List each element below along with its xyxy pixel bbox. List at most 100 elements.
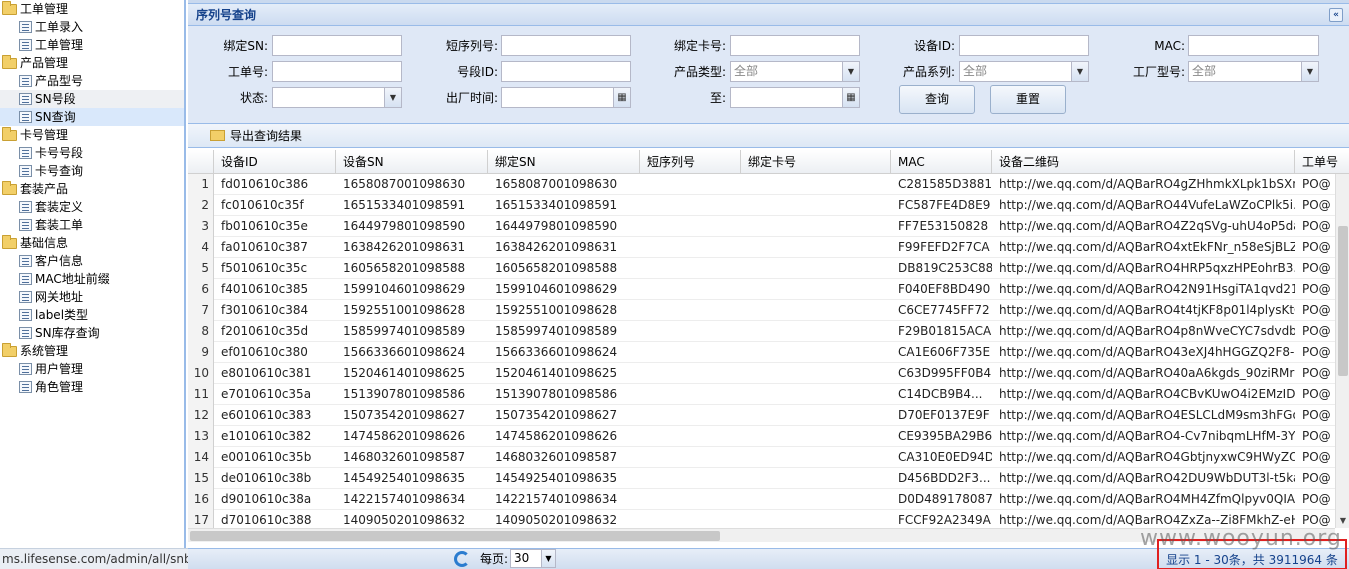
column-header[interactable]: 设备ID xyxy=(214,150,336,174)
table-cell: http://we.qq.com/d/AQBarRO4xtEkFNr_n58eS… xyxy=(999,240,1295,254)
chevron-down-icon[interactable]: ▼ xyxy=(384,88,401,107)
vertical-scroll-thumb[interactable] xyxy=(1338,226,1348,376)
refresh-icon[interactable] xyxy=(454,551,470,567)
column-header[interactable]: 短序列号 xyxy=(640,150,741,174)
table-cell xyxy=(640,216,741,237)
table-cell xyxy=(640,405,741,426)
sidebar-item[interactable]: 套装定义 xyxy=(0,198,184,216)
table-cell xyxy=(741,447,891,468)
column-header[interactable]: 绑定卡号 xyxy=(741,150,891,174)
chevron-down-icon[interactable]: ▼ xyxy=(541,550,555,567)
sidebar-item[interactable]: 卡号号段 xyxy=(0,144,184,162)
list-page-icon xyxy=(19,363,32,375)
factory-time-start-input[interactable]: ▦ xyxy=(501,87,631,108)
table-row[interactable]: 16 d9010610c38a 1422157401098634 1422157401… xyxy=(188,489,1349,510)
table-row[interactable]: 13 e1010610c382 1474586201098626 1474586201… xyxy=(188,426,1349,447)
sidebar-item[interactable]: 卡号查询 xyxy=(0,162,184,180)
sidebar-item-label: 客户信息 xyxy=(35,254,84,268)
sidebar-group[interactable]: 套装产品 xyxy=(0,180,184,198)
list-page-icon xyxy=(19,111,32,123)
product-series-select[interactable]: 全部 ▼ xyxy=(959,61,1089,82)
device-id-input[interactable] xyxy=(959,35,1089,56)
sidebar-item[interactable]: 套装工单 xyxy=(0,216,184,234)
status-select[interactable]: ▼ xyxy=(272,87,402,108)
sidebar-group[interactable]: 系统管理 xyxy=(0,342,184,360)
sidebar-group[interactable]: 卡号管理 xyxy=(0,126,184,144)
row-number: 2 xyxy=(188,195,214,216)
row-number: 12 xyxy=(188,405,214,426)
table-cell: 1422157401098634 xyxy=(495,492,618,506)
sidebar-item[interactable]: MAC地址前缀 xyxy=(0,270,184,288)
horizontal-scroll-thumb[interactable] xyxy=(190,531,720,541)
table-cell: 1638426201098631 xyxy=(495,240,618,254)
table-row[interactable]: 2 fc010610c35f 1651533401098591 16515334010… xyxy=(188,195,1349,216)
vertical-scrollbar[interactable]: ▼ xyxy=(1335,174,1349,528)
list-page-icon xyxy=(19,165,32,177)
table-row[interactable]: 5 f5010610c35c 1605658201098588 16056582010… xyxy=(188,258,1349,279)
table-cell: 1644979801098590 xyxy=(343,219,466,233)
factory-time-end-input[interactable]: ▦ xyxy=(730,87,860,108)
table-row[interactable]: 12 e6010610c383 1507354201098627 1507354201… xyxy=(188,405,1349,426)
table-row[interactable]: 15 de010610c38b 1454925401098635 1454925401… xyxy=(188,468,1349,489)
column-header[interactable]: 绑定SN xyxy=(488,150,640,174)
table-row[interactable]: 6 f4010610c385 1599104601098629 15991046010… xyxy=(188,279,1349,300)
sidebar-item[interactable]: 网关地址 xyxy=(0,288,184,306)
work-order-no-input[interactable] xyxy=(272,61,402,82)
sidebar-item[interactable]: 工单管理 xyxy=(0,36,184,54)
sidebar-item[interactable]: 用户管理 xyxy=(0,360,184,378)
table-row[interactable]: 7 f3010610c384 1592551001098628 15925510010… xyxy=(188,300,1349,321)
sidebar-item[interactable]: 产品型号 xyxy=(0,72,184,90)
sidebar-group[interactable]: 工单管理 xyxy=(0,0,184,18)
calendar-icon[interactable]: ▦ xyxy=(842,88,859,107)
bind-sn-input[interactable] xyxy=(272,35,402,56)
sidebar-item[interactable]: label类型 xyxy=(0,306,184,324)
query-button[interactable]: 查询 xyxy=(899,85,975,114)
column-header[interactable]: 设备二维码 xyxy=(992,150,1295,174)
table-cell: C63D995FF0B4 xyxy=(898,366,992,380)
calendar-icon[interactable]: ▦ xyxy=(613,88,630,107)
row-number: 8 xyxy=(188,321,214,342)
table-row[interactable]: 4 fa010610c387 1638426201098631 16384262010… xyxy=(188,237,1349,258)
per-page-select[interactable]: 30 ▼ xyxy=(510,549,556,568)
export-results-button[interactable]: 导出查询结果 xyxy=(230,124,302,148)
table-row[interactable]: 10 e8010610c381 1520461401098625 1520461401… xyxy=(188,363,1349,384)
segment-id-input[interactable] xyxy=(501,61,631,82)
table-cell: http://we.qq.com/d/AQBarRO42DU9WbDUT3l-t… xyxy=(999,471,1295,485)
chevron-down-icon[interactable]: ▼ xyxy=(842,62,859,81)
sidebar-item[interactable]: SN库存查询 xyxy=(0,324,184,342)
table-row[interactable]: 14 e0010610c35b 1468032601098587 1468032601… xyxy=(188,447,1349,468)
table-cell: http://we.qq.com/d/AQBarRO4t4tjKF8p01l4p… xyxy=(999,303,1295,317)
table-cell xyxy=(741,342,891,363)
sidebar-item-label: SN库存查询 xyxy=(35,326,100,340)
chevron-down-icon[interactable]: ▼ xyxy=(1301,62,1318,81)
table-cell: 1513907801098586 xyxy=(495,387,618,401)
table-cell: http://we.qq.com/d/AQBarRO40aA6kgds_90zi… xyxy=(999,366,1295,380)
bind-card-input[interactable] xyxy=(730,35,860,56)
mac-input[interactable] xyxy=(1188,35,1319,56)
folder-export-icon[interactable] xyxy=(210,130,225,141)
table-row[interactable]: 1 fd010610c386 1658087001098630 16580870010… xyxy=(188,174,1349,195)
sidebar-item[interactable]: 客户信息 xyxy=(0,252,184,270)
table-row[interactable]: 8 f2010610c35d 1585997401098589 15859974010… xyxy=(188,321,1349,342)
sidebar-item[interactable]: 角色管理 xyxy=(0,378,184,396)
sidebar-group[interactable]: 产品管理 xyxy=(0,54,184,72)
short-serial-input[interactable] xyxy=(501,35,631,56)
column-header[interactable]: 设备SN xyxy=(336,150,488,174)
table-cell: fc010610c35f xyxy=(221,198,304,212)
collapse-icon[interactable]: « xyxy=(1329,8,1343,22)
table-row[interactable]: 3 fb010610c35e 1644979801098590 16449798010… xyxy=(188,216,1349,237)
sidebar-group[interactable]: 基础信息 xyxy=(0,234,184,252)
factory-model-select[interactable]: 全部 ▼ xyxy=(1188,61,1319,82)
product-type-select[interactable]: 全部 ▼ xyxy=(730,61,860,82)
sidebar-item[interactable]: 工单录入 xyxy=(0,18,184,36)
chevron-down-icon[interactable]: ▼ xyxy=(1071,62,1088,81)
table-row[interactable]: 9 ef010610c380 1566336601098624 15663366010… xyxy=(188,342,1349,363)
reset-button[interactable]: 重置 xyxy=(990,85,1066,114)
column-header[interactable]: 工单号 xyxy=(1295,150,1349,174)
table-cell xyxy=(741,489,891,510)
sidebar-group-label: 基础信息 xyxy=(20,236,69,250)
table-row[interactable]: 11 e7010610c35a 1513907801098586 1513907801… xyxy=(188,384,1349,405)
sidebar-item[interactable]: SN查询 xyxy=(0,108,184,126)
column-header[interactable]: MAC xyxy=(891,150,992,174)
sidebar-item[interactable]: SN号段 xyxy=(0,90,184,108)
